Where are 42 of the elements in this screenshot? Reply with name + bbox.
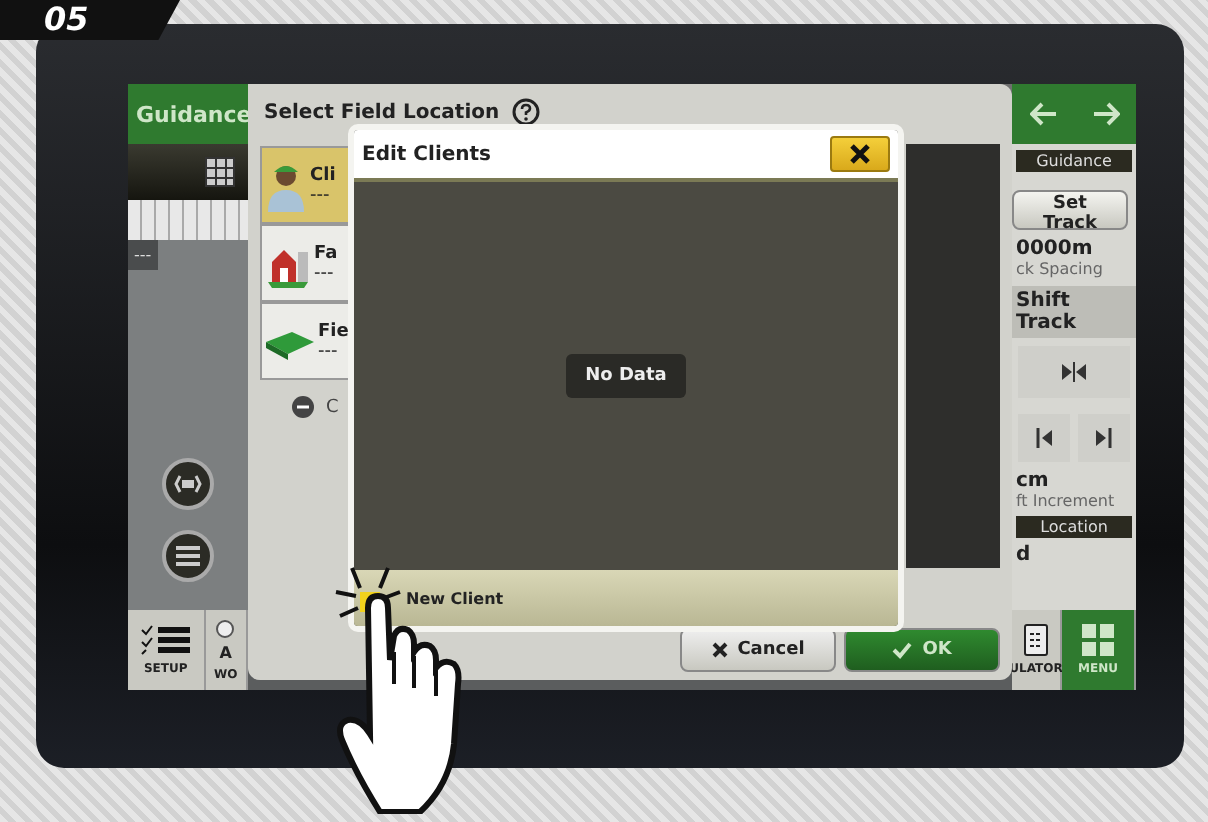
cancel-x-icon	[711, 642, 728, 658]
center-icon	[1060, 362, 1088, 382]
step-badge: 05	[0, 0, 180, 40]
spacing-value: 0000m	[1014, 238, 1095, 260]
close-icon	[850, 144, 870, 164]
cancel-button[interactable]: Cancel	[680, 628, 836, 672]
shift-right-button[interactable]	[1078, 414, 1130, 462]
dialog-title: Edit Clients	[362, 143, 492, 165]
calculator-icon	[1024, 624, 1048, 656]
list-button[interactable]	[162, 530, 214, 582]
section-header: Guidance	[1016, 150, 1132, 172]
dialog-title: Select Field Location	[264, 101, 500, 123]
new-client-button[interactable]: New Client	[406, 589, 504, 607]
checklist-icon	[139, 624, 192, 656]
grid-icon[interactable]	[204, 156, 236, 188]
radio-button[interactable]	[216, 619, 235, 637]
guidance-tab[interactable]: Guidance	[128, 84, 248, 144]
location-value: d	[1014, 544, 1033, 566]
shift-left-icon	[1034, 428, 1054, 448]
status-chip: ---	[128, 240, 158, 270]
set-track-button[interactable]: Set Track	[1012, 190, 1128, 230]
radio-label: A	[219, 643, 232, 661]
check-icon	[892, 641, 913, 659]
location-header: Location	[1016, 516, 1132, 538]
list-icon	[176, 546, 200, 566]
increment-label: ft Increment	[1014, 492, 1117, 510]
remove-label: C	[326, 397, 339, 417]
spacing-label: ck Spacing	[1014, 260, 1105, 278]
shift-track-title: Shift Track	[1012, 286, 1136, 338]
shift-left-button[interactable]	[1018, 414, 1070, 462]
back-arrow-icon[interactable]	[1029, 102, 1057, 126]
increment-value: cm	[1014, 470, 1051, 492]
ok-button[interactable]: OK	[844, 628, 1000, 672]
help-icon[interactable]	[511, 98, 540, 126]
menu-grid-icon	[1082, 624, 1114, 656]
forward-arrow-icon[interactable]	[1091, 102, 1119, 126]
boom-section-bar	[128, 200, 248, 240]
close-button[interactable]	[830, 136, 890, 172]
center-track-button[interactable]	[1018, 346, 1130, 398]
minus-icon[interactable]	[292, 396, 314, 418]
shift-right-icon	[1094, 428, 1114, 448]
empty-message: No Data	[565, 354, 687, 398]
